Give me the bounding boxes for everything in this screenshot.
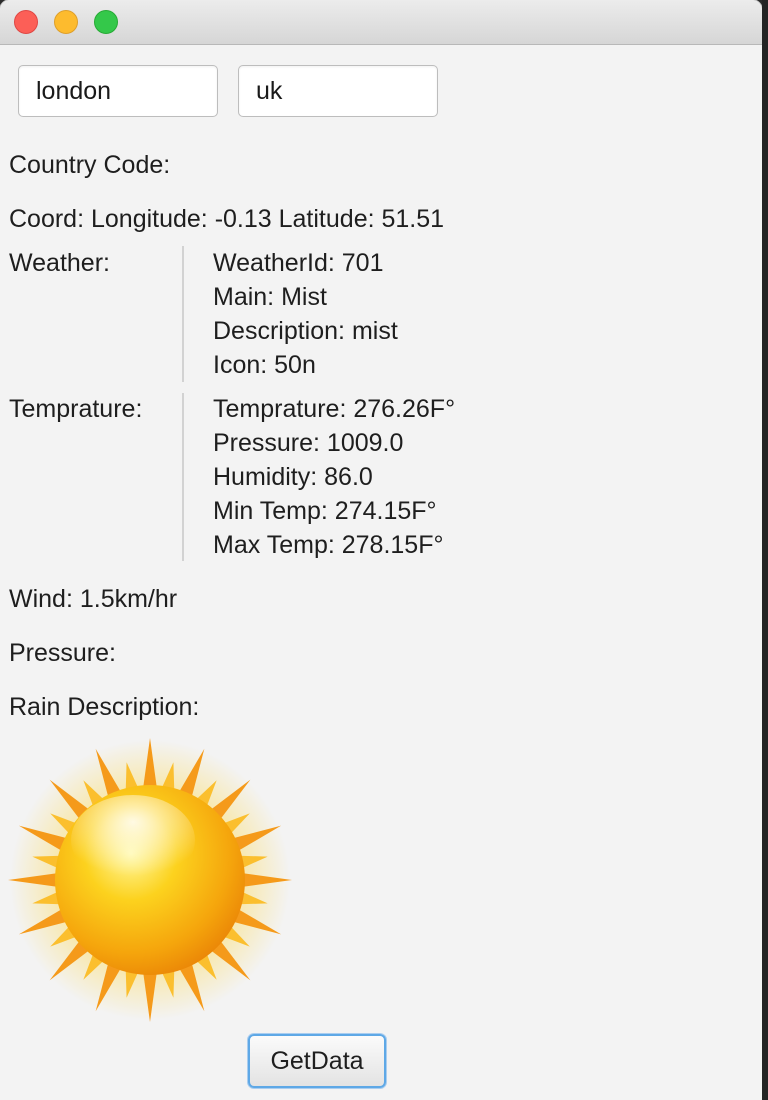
wind-label: Wind: 1.5km/hr bbox=[9, 585, 178, 613]
coord-label: Coord: Longitude: -0.13 Latitude: 51.51 bbox=[9, 205, 445, 233]
country-code-label: Country Code: bbox=[9, 151, 171, 179]
background-strip bbox=[762, 0, 768, 1100]
weather-id: WeatherId: 701 bbox=[213, 249, 384, 277]
temprature-value: Temprature: 276.26F° bbox=[213, 395, 456, 423]
max-temp-value: Max Temp: 278.15F° bbox=[213, 531, 444, 559]
minimize-window-button[interactable] bbox=[54, 10, 78, 34]
city-input[interactable] bbox=[18, 65, 218, 117]
weather-description: Description: mist bbox=[213, 317, 398, 345]
app-window: Country Code: Coord: Longitude: -0.13 La… bbox=[0, 0, 762, 1100]
temprature-separator bbox=[182, 393, 184, 561]
country-input[interactable] bbox=[238, 65, 438, 117]
pressure-value: Pressure: 1009.0 bbox=[213, 429, 404, 457]
get-data-button[interactable]: GetData bbox=[248, 1034, 386, 1088]
weather-main: Main: Mist bbox=[213, 283, 327, 311]
weather-separator bbox=[182, 246, 184, 382]
title-bar bbox=[0, 0, 762, 45]
humidity-value: Humidity: 86.0 bbox=[213, 463, 373, 491]
min-temp-value: Min Temp: 274.15F° bbox=[213, 497, 437, 525]
rain-description-label: Rain Description: bbox=[9, 693, 200, 721]
close-window-button[interactable] bbox=[14, 10, 38, 34]
pressure-label: Pressure: bbox=[9, 639, 116, 667]
sun-icon bbox=[8, 738, 292, 1022]
maximize-window-button[interactable] bbox=[94, 10, 118, 34]
temprature-label: Temprature: bbox=[9, 395, 143, 423]
weather-label: Weather: bbox=[9, 249, 110, 277]
weather-icon-code: Icon: 50n bbox=[213, 351, 316, 379]
